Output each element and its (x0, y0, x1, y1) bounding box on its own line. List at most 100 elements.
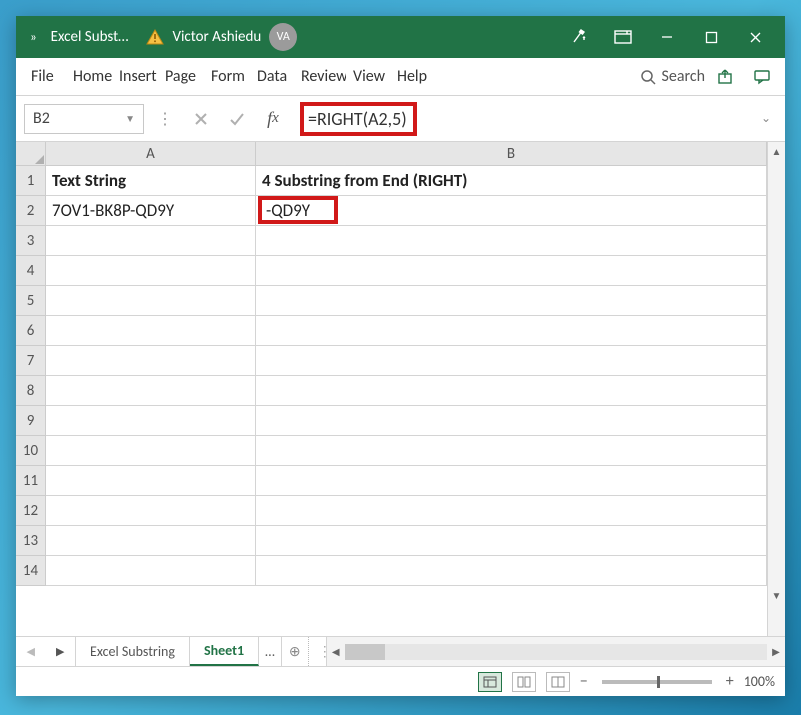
row-header[interactable]: 7 (16, 346, 46, 376)
menu-review[interactable]: Review (294, 61, 346, 92)
expand-formula-bar-icon[interactable]: ⌄ (755, 111, 777, 126)
cell-b2[interactable]: -QD9Y (256, 196, 767, 226)
cell[interactable] (46, 406, 256, 436)
sheet-tab-excel-substring[interactable]: Excel Substring (76, 637, 190, 666)
cell-a2[interactable]: 7OV1-BK8P-QD9Y (46, 196, 256, 226)
sheet-tabs-bar: ◀ ▶ Excel Substring Sheet1 … ⊕ ⋮ ◀ ▶ (16, 636, 785, 666)
cell[interactable] (256, 226, 767, 256)
scroll-thumb[interactable] (345, 644, 385, 660)
cell[interactable] (46, 316, 256, 346)
zoom-slider[interactable] (602, 680, 712, 684)
horizontal-scrollbar[interactable]: ◀ ▶ (326, 637, 785, 666)
tab-next-icon[interactable]: ▶ (56, 645, 64, 658)
cell[interactable] (256, 316, 767, 346)
row-header[interactable]: 5 (16, 286, 46, 316)
cell[interactable] (46, 436, 256, 466)
zoom-handle[interactable] (657, 676, 660, 688)
cell[interactable] (46, 226, 256, 256)
close-button[interactable] (733, 16, 777, 58)
scroll-down-icon[interactable]: ▼ (768, 586, 785, 604)
cancel-formula-button[interactable] (186, 104, 216, 134)
row-header[interactable]: 11 (16, 466, 46, 496)
formula-input[interactable]: =RIGHT(A2,5) (294, 102, 749, 136)
tab-nav[interactable]: ◀ ▶ (16, 637, 76, 666)
user-name[interactable]: Victor Ashiedu (172, 28, 261, 46)
row-header[interactable]: 2 (16, 196, 46, 226)
chevron-down-icon[interactable]: ▼ (125, 112, 135, 125)
comments-button[interactable] (747, 62, 777, 92)
row-header[interactable]: 8 (16, 376, 46, 406)
cell[interactable] (256, 556, 767, 586)
cell[interactable] (46, 466, 256, 496)
sheet-tab-sheet1[interactable]: Sheet1 (190, 637, 259, 666)
autosave-warning-icon[interactable] (146, 29, 164, 45)
column-header-a[interactable]: A (46, 142, 256, 166)
scroll-track[interactable] (345, 644, 767, 660)
cell[interactable] (46, 496, 256, 526)
zoom-out-button[interactable]: − (580, 672, 588, 691)
menu-home[interactable]: Home (66, 61, 112, 92)
select-all-corner[interactable] (16, 142, 46, 166)
row-header[interactable]: 9 (16, 406, 46, 436)
scroll-up-icon[interactable]: ▲ (768, 142, 785, 160)
minimize-button[interactable] (645, 16, 689, 58)
row-header[interactable]: 6 (16, 316, 46, 346)
row-header[interactable]: 13 (16, 526, 46, 556)
coming-soon-icon[interactable] (557, 16, 601, 58)
cell[interactable] (256, 376, 767, 406)
tab-menu-icon[interactable]: ⋮ (318, 637, 326, 666)
menu-page-layout[interactable]: Page (158, 61, 204, 92)
cell[interactable] (256, 256, 767, 286)
cell[interactable] (256, 496, 767, 526)
column-header-b[interactable]: B (256, 142, 767, 166)
name-box[interactable]: B2 ▼ (24, 104, 144, 134)
cell[interactable] (46, 346, 256, 376)
insert-function-button[interactable]: fx (258, 104, 288, 134)
enter-formula-button[interactable] (222, 104, 252, 134)
row-header[interactable]: 12 (16, 496, 46, 526)
menu-help[interactable]: Help (390, 61, 434, 92)
ribbon-display-icon[interactable] (601, 16, 645, 58)
row-header[interactable]: 3 (16, 226, 46, 256)
scroll-right-icon[interactable]: ▶ (767, 645, 785, 658)
row-header[interactable]: 1 (16, 166, 46, 196)
vertical-dots-icon[interactable]: ⋮ (150, 104, 180, 134)
menu-insert[interactable]: Insert (112, 61, 158, 92)
share-button[interactable] (711, 62, 741, 92)
cell[interactable] (46, 286, 256, 316)
cell[interactable] (256, 406, 767, 436)
avatar[interactable]: VA (269, 23, 297, 51)
cell[interactable] (46, 256, 256, 286)
cell[interactable] (256, 466, 767, 496)
spreadsheet-grid: A B 1 Text String 4 Substring from End (… (16, 142, 785, 636)
cell[interactable] (46, 556, 256, 586)
row-header[interactable]: 14 (16, 556, 46, 586)
cell[interactable] (46, 376, 256, 406)
more-commands-icon[interactable]: » (30, 30, 37, 45)
maximize-button[interactable] (689, 16, 733, 58)
cell[interactable] (256, 346, 767, 376)
search-box[interactable]: Search (640, 67, 706, 86)
zoom-level[interactable]: 100% (744, 673, 775, 690)
vertical-scrollbar[interactable]: ▲ ▼ (767, 142, 785, 636)
row-header[interactable]: 10 (16, 436, 46, 466)
menu-formulas[interactable]: Form (204, 61, 250, 92)
view-page-layout-button[interactable] (512, 672, 536, 692)
view-page-break-button[interactable] (546, 672, 570, 692)
tab-prev-icon[interactable]: ◀ (27, 645, 35, 658)
view-normal-button[interactable] (478, 672, 502, 692)
cell[interactable] (256, 526, 767, 556)
menu-view[interactable]: View (346, 61, 390, 92)
scroll-left-icon[interactable]: ◀ (327, 645, 345, 658)
cell[interactable] (256, 286, 767, 316)
add-sheet-button[interactable]: ⊕ (282, 637, 308, 666)
menu-data[interactable]: Data (250, 61, 294, 92)
cell-b1[interactable]: 4 Substring from End (RIGHT) (256, 166, 767, 196)
cell[interactable] (46, 526, 256, 556)
menu-file[interactable]: File (24, 61, 66, 92)
sheet-tab-more[interactable]: … (259, 637, 282, 666)
cell-a1[interactable]: Text String (46, 166, 256, 196)
zoom-in-button[interactable]: + (726, 672, 734, 691)
row-header[interactable]: 4 (16, 256, 46, 286)
cell[interactable] (256, 436, 767, 466)
